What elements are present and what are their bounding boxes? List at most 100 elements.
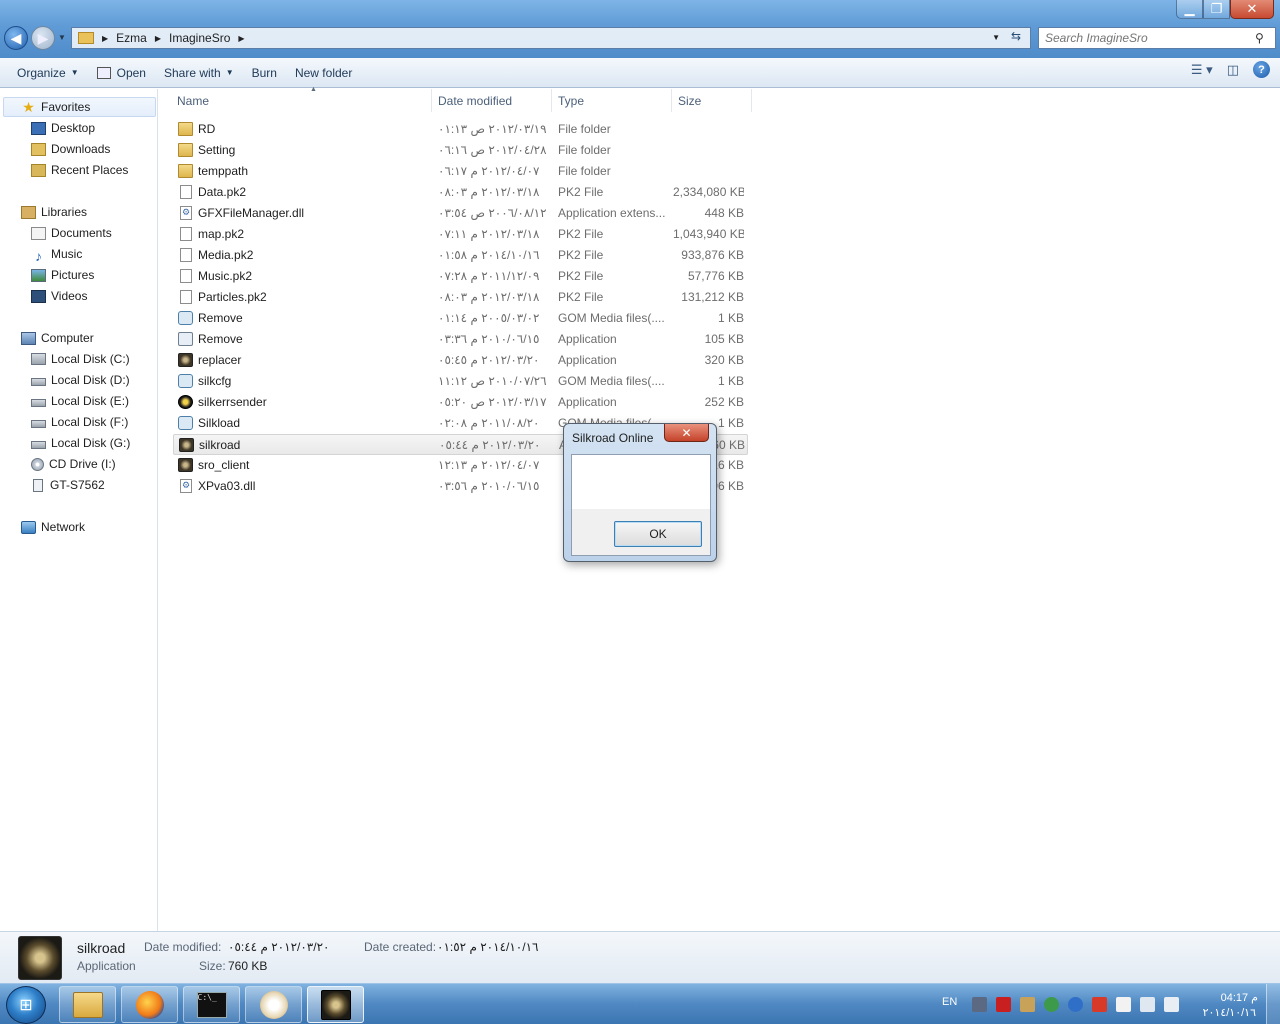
new-folder-button[interactable]: New folder — [286, 61, 361, 85]
share-with-menu[interactable]: Share with ▼ — [155, 61, 243, 85]
taskbar-paint[interactable] — [245, 986, 302, 1023]
column-date-label: Date modified — [438, 93, 513, 108]
taskbar-explorer[interactable] — [59, 986, 116, 1023]
back-button[interactable]: ◀ — [4, 26, 28, 50]
nav-network[interactable]: Network — [21, 517, 85, 537]
clock-date[interactable]: ٢٠١٤/١٠/١٦ — [1203, 1006, 1256, 1019]
maximize-button[interactable]: ❐ — [1203, 0, 1230, 19]
language-indicator[interactable]: EN — [942, 996, 957, 1008]
nav-cd-drive[interactable]: CD Drive (I:) — [31, 454, 116, 474]
file-type: PK2 File — [558, 227, 604, 241]
folder-icon — [178, 122, 193, 136]
start-button[interactable]: ⊞ — [6, 986, 46, 1024]
file-row[interactable]: temppath ٢٠١٢/٠٤/٠٧ م ٠٦:١٧ File folder — [173, 161, 748, 182]
column-header-name[interactable]: Name ▲ — [171, 86, 432, 112]
dialog-close-button[interactable]: ✕ — [664, 424, 709, 442]
file-icon — [180, 269, 192, 283]
file-row[interactable]: Data.pk2 ٢٠١٢/٠٣/١٨ م ٠٨:٠٣ PK2 File 2,334,… — [173, 182, 748, 203]
nav-disk-d-label: Local Disk (D:) — [51, 373, 130, 387]
nav-disk-g[interactable]: Local Disk (G:) — [31, 433, 130, 453]
nav-disk-e[interactable]: Local Disk (E:) — [31, 391, 129, 411]
file-row[interactable]: Remove ٢٠٠٥/٠٣/٠٢ م ٠١:١٤ GOM Media files(… — [173, 308, 748, 329]
chevron-down-icon: ▼ — [225, 68, 234, 77]
address-dropdown-icon[interactable]: ▼ — [992, 33, 1000, 42]
file-row[interactable]: Media.pk2 ٢٠١٤/١٠/١٦ م ٠١:٥٨ PK2 File 933,8… — [173, 245, 748, 266]
open-button[interactable]: Open — [88, 61, 155, 85]
file-row[interactable]: RD ٢٠١٢/٠٣/١٩ ص ٠١:١٣ File folder — [173, 119, 748, 140]
taskbar-firefox[interactable] — [121, 986, 178, 1023]
nav-favorites[interactable]: ★ Favorites — [3, 97, 156, 117]
file-size: 320 KB — [704, 353, 744, 367]
refresh-icon[interactable]: ⇆ — [1006, 29, 1026, 47]
file-row[interactable]: silkerrsender ٢٠١٢/٠٣/١٧ ص ٠٥:٢٠ Applicati… — [173, 392, 748, 413]
info-tray-icon[interactable] — [1068, 997, 1083, 1012]
ok-button[interactable]: OK — [614, 521, 702, 547]
taskbar-silkroad[interactable] — [307, 986, 364, 1023]
volume-icon[interactable] — [1164, 997, 1179, 1012]
taskbar-command-prompt[interactable]: C:\_ — [183, 986, 240, 1023]
forward-button[interactable]: ▶ — [31, 26, 55, 50]
search-icon[interactable]: ⚲ — [1255, 31, 1275, 45]
tools-tray-icon[interactable] — [1020, 997, 1035, 1012]
file-size: 105 KB — [704, 332, 744, 346]
file-row[interactable]: Particles.pk2 ٢٠١٢/٠٣/١٨ م ٠٨:٠٣ PK2 File 1… — [173, 287, 748, 308]
burn-label: Burn — [251, 65, 277, 80]
column-header-size[interactable]: Size — [672, 89, 752, 112]
chevron-right-icon[interactable]: ▶ — [155, 34, 161, 43]
column-header-type[interactable]: Type — [552, 89, 672, 112]
nav-pictures[interactable]: Pictures — [31, 265, 94, 285]
file-row[interactable]: map.pk2 ٢٠١٢/٠٣/١٨ م ٠٧:١١ PK2 File 1,043,9… — [173, 224, 748, 245]
search-input[interactable] — [1045, 31, 1255, 45]
action-center-flag-icon[interactable] — [1116, 997, 1131, 1012]
nav-documents[interactable]: Documents — [31, 223, 112, 243]
address-bar[interactable]: ▶ Ezma ▶ ImagineSro ▶ ▼ ⇆ — [71, 27, 1031, 49]
nav-disk-c[interactable]: Local Disk (C:) — [31, 349, 130, 369]
nav-recent-places[interactable]: Recent Places — [31, 160, 128, 180]
globe-tray-icon[interactable] — [1044, 997, 1059, 1012]
minimize-button[interactable]: ▁ — [1176, 0, 1203, 19]
recent-pages-dropdown[interactable]: ▼ — [58, 33, 66, 42]
gom-icon — [178, 311, 193, 325]
nav-music[interactable]: ♪ Music — [31, 244, 82, 264]
nav-downloads[interactable]: Downloads — [31, 139, 110, 159]
file-row[interactable]: replacer ٢٠١٢/٠٣/٢٠ م ٠٥:٤٥ Application 320… — [173, 350, 748, 371]
file-name: Music.pk2 — [198, 269, 253, 283]
nav-phone[interactable]: GT-S7562 — [31, 475, 105, 495]
chevron-right-icon[interactable]: ▶ — [238, 34, 244, 43]
column-header-date[interactable]: Date modified — [432, 89, 552, 112]
file-name: Silkload — [198, 416, 241, 430]
clock-time[interactable]: م 04:17 — [1221, 991, 1258, 1004]
pdf-tray-icon[interactable] — [996, 997, 1011, 1012]
nav-network-label: Network — [41, 520, 86, 534]
show-desktop-button[interactable] — [1266, 984, 1280, 1024]
nav-computer[interactable]: Computer — [21, 328, 94, 348]
nav-disk-f[interactable]: Local Disk (F:) — [31, 412, 128, 432]
network-tray-icon[interactable] — [972, 997, 987, 1012]
file-row[interactable]: Setting ٢٠١٢/٠٤/٢٨ ص ٠٦:١٦ File folder — [173, 140, 748, 161]
breadcrumb-ezma[interactable]: Ezma — [116, 31, 147, 45]
file-row[interactable]: Music.pk2 ٢٠١١/١٢/٠٩ م ٠٧:٢٨ PK2 File 57,77… — [173, 266, 748, 287]
file-date-modified: ٢٠٠٦/٠٨/١٢ ص ٠٣:٥٤ — [438, 206, 547, 220]
file-row[interactable]: silkcfg ٢٠١٠/٠٧/٢٦ ص ١١:١٢ GOM Media files… — [173, 371, 748, 392]
view-options-icon[interactable]: ☰ ▾ — [1191, 62, 1213, 78]
search-box[interactable]: ⚲ — [1038, 27, 1276, 49]
close-window-button[interactable]: ✕ — [1230, 0, 1274, 19]
breadcrumb-imaginesro[interactable]: ImagineSro — [169, 31, 230, 45]
file-name: GFXFileManager.dll — [198, 206, 305, 220]
chevron-right-icon[interactable]: ▶ — [102, 34, 108, 43]
pictures-icon — [31, 268, 46, 282]
organize-menu[interactable]: Organize ▼ — [8, 61, 88, 85]
nav-videos[interactable]: Videos — [31, 286, 87, 306]
file-row[interactable]: Remove ٢٠١٠/٠٦/١٥ م ٠٣:٣٦ Application 105 K… — [173, 329, 748, 350]
preview-pane-icon[interactable]: ◫ — [1227, 62, 1239, 78]
nav-libraries[interactable]: Libraries — [21, 202, 87, 222]
help-icon[interactable]: ? — [1253, 61, 1270, 78]
nav-desktop[interactable]: Desktop — [31, 118, 95, 138]
burn-button[interactable]: Burn — [243, 61, 286, 85]
file-date-modified: ٢٠١٢/٠٤/٢٨ ص ٠٦:١٦ — [438, 143, 547, 157]
shield-tray-icon[interactable] — [1092, 997, 1107, 1012]
network-status-icon[interactable] — [1140, 997, 1155, 1012]
file-row[interactable]: GFXFileManager.dll ٢٠٠٦/٠٨/١٢ ص ٠٣:٥٤ Appl… — [173, 203, 748, 224]
file-size: 1 KB — [717, 374, 744, 388]
nav-disk-d[interactable]: Local Disk (D:) — [31, 370, 130, 390]
